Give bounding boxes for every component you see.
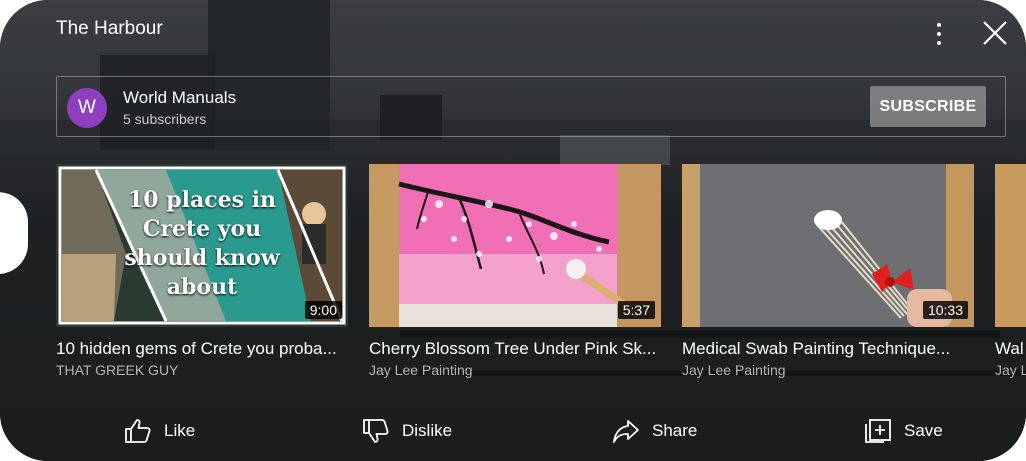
save-label: Save xyxy=(904,421,943,440)
share-button[interactable]: Share xyxy=(612,410,697,452)
video-title[interactable]: Cherry Blossom Tree Under Pink Sk... xyxy=(369,339,669,359)
video-channel[interactable]: Jay Lee Painting xyxy=(682,362,786,378)
video-title: The Harbour xyxy=(56,18,163,39)
share-label: Share xyxy=(652,421,698,440)
video-channel[interactable]: THAT GREEK GUY xyxy=(56,362,178,378)
video-thumbnail[interactable] xyxy=(995,164,1026,327)
video-title[interactable]: Medical Swab Painting Technique... xyxy=(682,339,982,359)
like-button[interactable]: Like xyxy=(124,410,195,452)
video-channel[interactable]: Jay Lee Painting xyxy=(369,362,473,378)
thumbs-up-icon xyxy=(125,419,151,443)
more-vert-icon[interactable] xyxy=(928,20,950,48)
channel-name[interactable]: World Manuals xyxy=(123,88,236,108)
video-title[interactable]: Wal xyxy=(995,339,1026,359)
avatar[interactable]: W xyxy=(67,88,107,128)
video-card[interactable]: Wal Jay L xyxy=(995,164,1026,384)
player-overlay: The Harbour W World Manuals 5 subscriber… xyxy=(0,0,1026,461)
video-thumbnail[interactable]: 10:33 xyxy=(682,164,974,327)
duration-badge: 10:33 xyxy=(922,301,968,319)
thumbnail-caption: 10 places in Crete you should know about xyxy=(124,187,280,300)
video-thumbnail[interactable]: 10 places in Crete you should know about… xyxy=(56,164,348,327)
video-thumbnail[interactable]: 5:37 xyxy=(369,164,661,327)
close-icon[interactable] xyxy=(982,20,1008,46)
dislike-label: Dislike xyxy=(402,421,453,440)
like-label: Like xyxy=(164,421,196,440)
video-title[interactable]: 10 hidden gems of Crete you proba... xyxy=(56,339,356,359)
subscribe-button[interactable]: SUBSCRIBE xyxy=(870,86,986,127)
dislike-button[interactable]: Dislike xyxy=(362,410,452,452)
subscriber-count: 5 subscribers xyxy=(123,111,207,127)
channel-bar[interactable]: W World Manuals 5 subscribers SUBSCRIBE xyxy=(56,76,1006,137)
partial-thumbnail-image xyxy=(995,164,1026,327)
add-to-playlist-icon xyxy=(865,419,891,443)
video-channel[interactable]: Jay L xyxy=(995,362,1026,378)
save-button[interactable]: Save xyxy=(864,410,943,452)
action-bar: Like Dislike Share Save xyxy=(0,410,1026,452)
duration-badge: 9:00 xyxy=(304,301,342,319)
thumbs-down-icon xyxy=(363,419,389,443)
duration-badge: 5:37 xyxy=(617,301,655,319)
share-arrow-icon xyxy=(613,420,639,443)
